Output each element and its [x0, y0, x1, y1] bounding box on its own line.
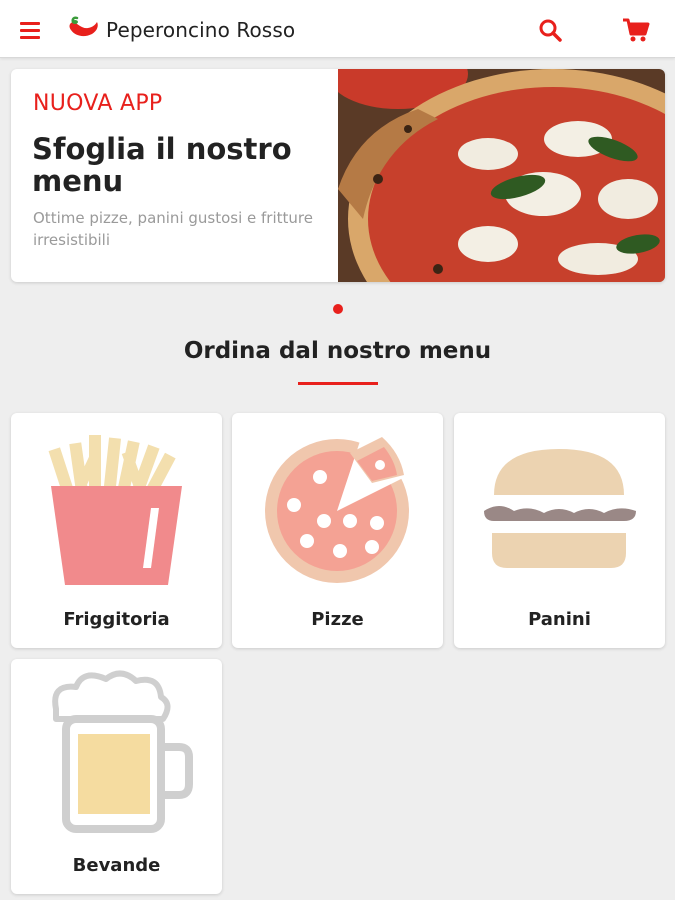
burger-icon	[484, 449, 636, 568]
category-card-pizze[interactable]: Pizze	[232, 413, 443, 648]
hero-title: Sfoglia il nostro menu	[32, 132, 292, 198]
category-label: Friggitoria	[63, 609, 170, 630]
pizza-photo	[338, 69, 665, 282]
hero-subtitle: Ottime pizze, panini gustosi e fritture …	[33, 209, 313, 249]
category-label: Pizze	[311, 609, 364, 630]
category-card-bevande[interactable]: Bevande	[11, 659, 222, 894]
category-label: Panini	[528, 609, 591, 630]
pizza-icon	[265, 435, 409, 583]
chili-pepper-icon	[69, 16, 98, 37]
carousel-indicator[interactable]	[333, 304, 343, 314]
hero-banner[interactable]: NUOVA APP Sfoglia il nostro menu Ottime …	[11, 69, 665, 282]
menu-button[interactable]	[18, 18, 44, 42]
search-icon	[539, 19, 562, 42]
app-brand-name: Peperoncino Rosso	[106, 18, 296, 42]
hamburger-menu-icon	[20, 22, 40, 39]
section-divider	[298, 382, 378, 385]
category-card-friggitoria[interactable]: Friggitoria	[11, 413, 222, 648]
french-fries-icon	[48, 435, 182, 585]
hero-badge: NUOVA APP	[33, 91, 163, 116]
beer-mug-icon	[52, 670, 193, 833]
cart-button[interactable]	[622, 17, 650, 43]
shopping-cart-icon	[623, 18, 650, 42]
app-header: Peperoncino Rosso	[0, 0, 675, 58]
menu-section-title: Ordina dal nostro menu	[183, 338, 492, 364]
category-label: Bevande	[72, 855, 161, 876]
category-card-panini[interactable]: Panini	[454, 413, 665, 648]
search-button[interactable]	[537, 17, 563, 43]
